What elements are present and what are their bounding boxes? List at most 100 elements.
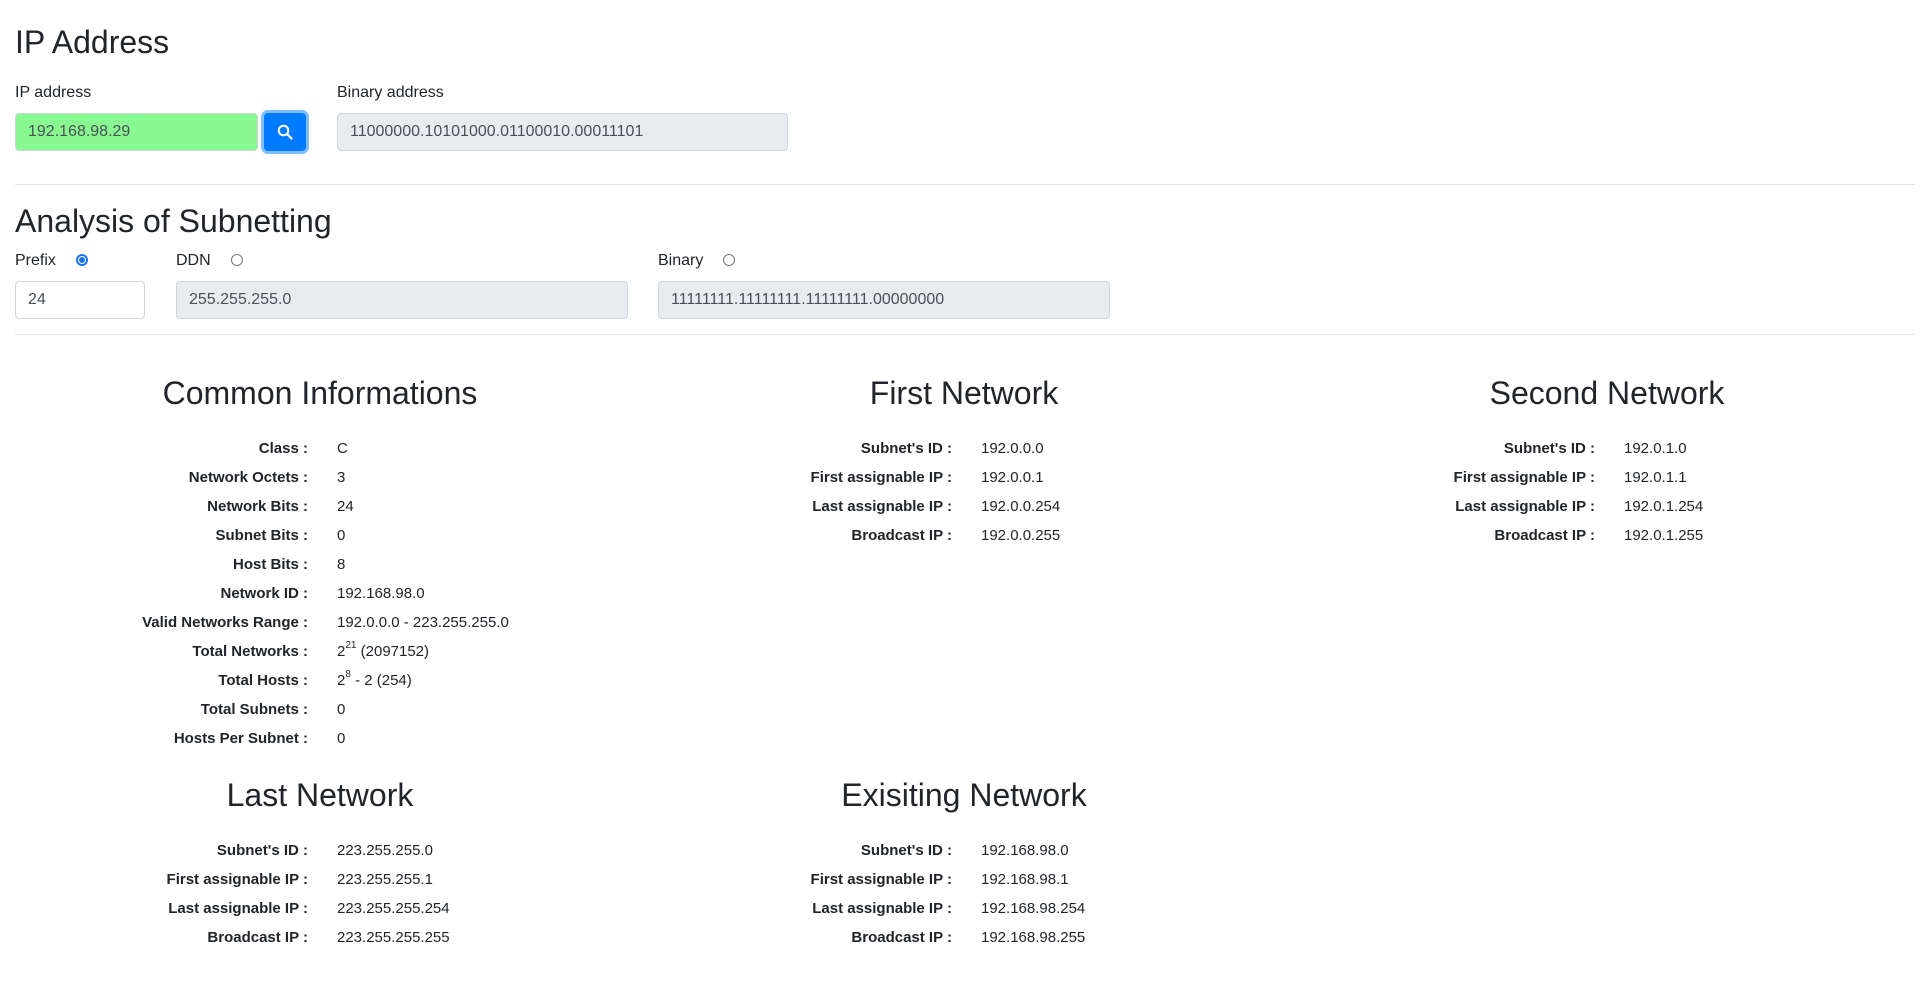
info-value: 192.0.0.0 - 223.255.255.0 [337,614,509,632]
binary-mask-field: 11111111.11111111.11111111.00000000 [658,281,1110,319]
search-icon [277,124,293,140]
power-rest: - 2 (254) [350,672,412,690]
power-rest: (2097152) [356,643,430,661]
info-label: Broadcast IP : [851,527,952,545]
info-label: Subnet's ID : [860,440,952,458]
ip-address-label: IP address [15,84,92,101]
second-network: Second Network Subnet's ID : 192.0.1.0 Fir… [1287,374,1920,550]
info-label: Subnet's ID : [1503,440,1595,458]
info-row: First assignable IP : 192.0.1.1 [1287,463,1920,492]
info-label: Network Octets : [188,469,308,487]
info-row: Last assignable IP : 192.0.0.254 [644,492,1284,521]
info-value: 8 [337,556,346,574]
info-row: Broadcast IP : 192.168.98.255 [644,923,1284,952]
info-value: 192.168.98.255 [981,929,1086,947]
info-label: Broadcast IP : [851,929,952,947]
info-label: First assignable IP : [1453,469,1595,487]
ip-address-title: IP Address [15,24,170,60]
info-label: Last assignable IP : [812,498,952,516]
info-value: 192.0.0.0 [981,440,1044,458]
info-row: Network Octets : 3 [0,463,640,492]
info-row: Hosts Per Subnet : 0 [0,724,640,753]
info-row: Broadcast IP : 223.255.255.255 [0,923,640,952]
info-label: Network ID : [220,585,308,603]
info-value: 28 - 2 (254) [337,669,412,690]
info-label: Total Subnets : [200,701,308,719]
divider [15,184,1915,185]
info-row: Subnet's ID : 223.255.255.0 [0,836,640,865]
info-row: First assignable IP : 192.168.98.1 [644,865,1284,894]
info-label: Class : [258,440,308,458]
info-value: 192.168.98.0 [337,585,425,603]
info-value: 192.0.1.255 [1624,527,1704,545]
existing-network-title: Exisiting Network [841,777,1087,813]
info-value: 221 (2097152) [337,640,430,661]
info-row: Network ID : 192.168.98.0 [0,579,640,608]
info-value: 0 [337,701,346,719]
info-label: First assignable IP : [166,871,308,889]
binary-address-field: 11000000.10101000.01100010.00011101 [337,113,788,151]
info-label: Last assignable IP : [812,900,952,918]
second-network-title: Second Network [1489,375,1725,411]
common-informations: Common Informations Class : C Network Octe… [0,374,640,753]
info-label: Last assignable IP : [1455,498,1595,516]
info-value: 192.0.1.0 [1624,440,1687,458]
info-value: 192.0.0.255 [981,527,1061,545]
info-row: Total Hosts : 28 - 2 (254) [0,666,640,695]
ddn-field: 255.255.255.0 [176,281,628,319]
info-value: 192.0.0.1 [981,469,1044,487]
info-label: Last assignable IP : [168,900,308,918]
binary-radio[interactable] [723,254,735,266]
first-network: First Network Subnet's ID : 192.0.0.0 Firs… [644,374,1284,550]
info-value: 0 [337,730,346,748]
info-value: 192.168.98.1 [981,871,1069,889]
info-value: 192.0.1.1 [1624,469,1687,487]
info-label: Subnet's ID : [860,842,952,860]
prefix-input[interactable]: 24 [15,281,145,319]
info-value: 192.168.98.254 [981,900,1086,918]
info-label: Network Bits : [207,498,308,516]
info-row: Last assignable IP : 223.255.255.254 [0,894,640,923]
binary-label: Binary [658,252,704,269]
info-value: 223.255.255.255 [337,929,450,947]
info-row: Last assignable IP : 192.168.98.254 [644,894,1284,923]
last-network: Last Network Subnet's ID : 223.255.255.0 F… [0,776,640,952]
first-network-title: First Network [869,375,1059,411]
info-row: Subnet's ID : 192.0.0.0 [644,434,1284,463]
prefix-radio[interactable] [76,254,88,266]
info-label: Broadcast IP : [207,929,308,947]
ddn-label: DDN [176,252,211,269]
info-value: 192.0.1.254 [1624,498,1704,516]
common-informations-title: Common Informations [162,375,478,411]
power-exponent: 8 [345,669,351,681]
info-value: 24 [337,498,354,516]
search-button[interactable] [264,113,306,151]
info-label: Total Hosts : [218,672,308,690]
info-value: 223.255.255.1 [337,871,433,889]
info-value: 192.168.98.0 [981,842,1069,860]
info-label: Hosts Per Subnet : [173,730,308,748]
info-row: Class : C [0,434,640,463]
info-label: First assignable IP : [810,871,952,889]
power-exponent: 21 [345,640,357,652]
info-value: 3 [337,469,346,487]
info-value: 223.255.255.254 [337,900,450,918]
info-row: Valid Networks Range : 192.0.0.0 - 223.25… [0,608,640,637]
info-row: Broadcast IP : 192.0.1.255 [1287,521,1920,550]
info-value: 192.0.0.254 [981,498,1061,516]
ddn-radio[interactable] [231,254,243,266]
info-label: Broadcast IP : [1494,527,1595,545]
prefix-label: Prefix [15,252,56,269]
info-row: Total Networks : 221 (2097152) [0,637,640,666]
info-row: Subnet Bits : 0 [0,521,640,550]
info-label: Subnet's ID : [216,842,308,860]
info-row: Host Bits : 8 [0,550,640,579]
info-row: First assignable IP : 192.0.0.1 [644,463,1284,492]
divider [15,334,1915,335]
info-row: Last assignable IP : 192.0.1.254 [1287,492,1920,521]
info-label: Subnet Bits : [215,527,309,545]
last-network-title: Last Network [226,777,414,813]
info-label: First assignable IP : [810,469,952,487]
ip-address-input[interactable]: 192.168.98.29 [15,113,258,151]
info-value: 0 [337,527,346,545]
